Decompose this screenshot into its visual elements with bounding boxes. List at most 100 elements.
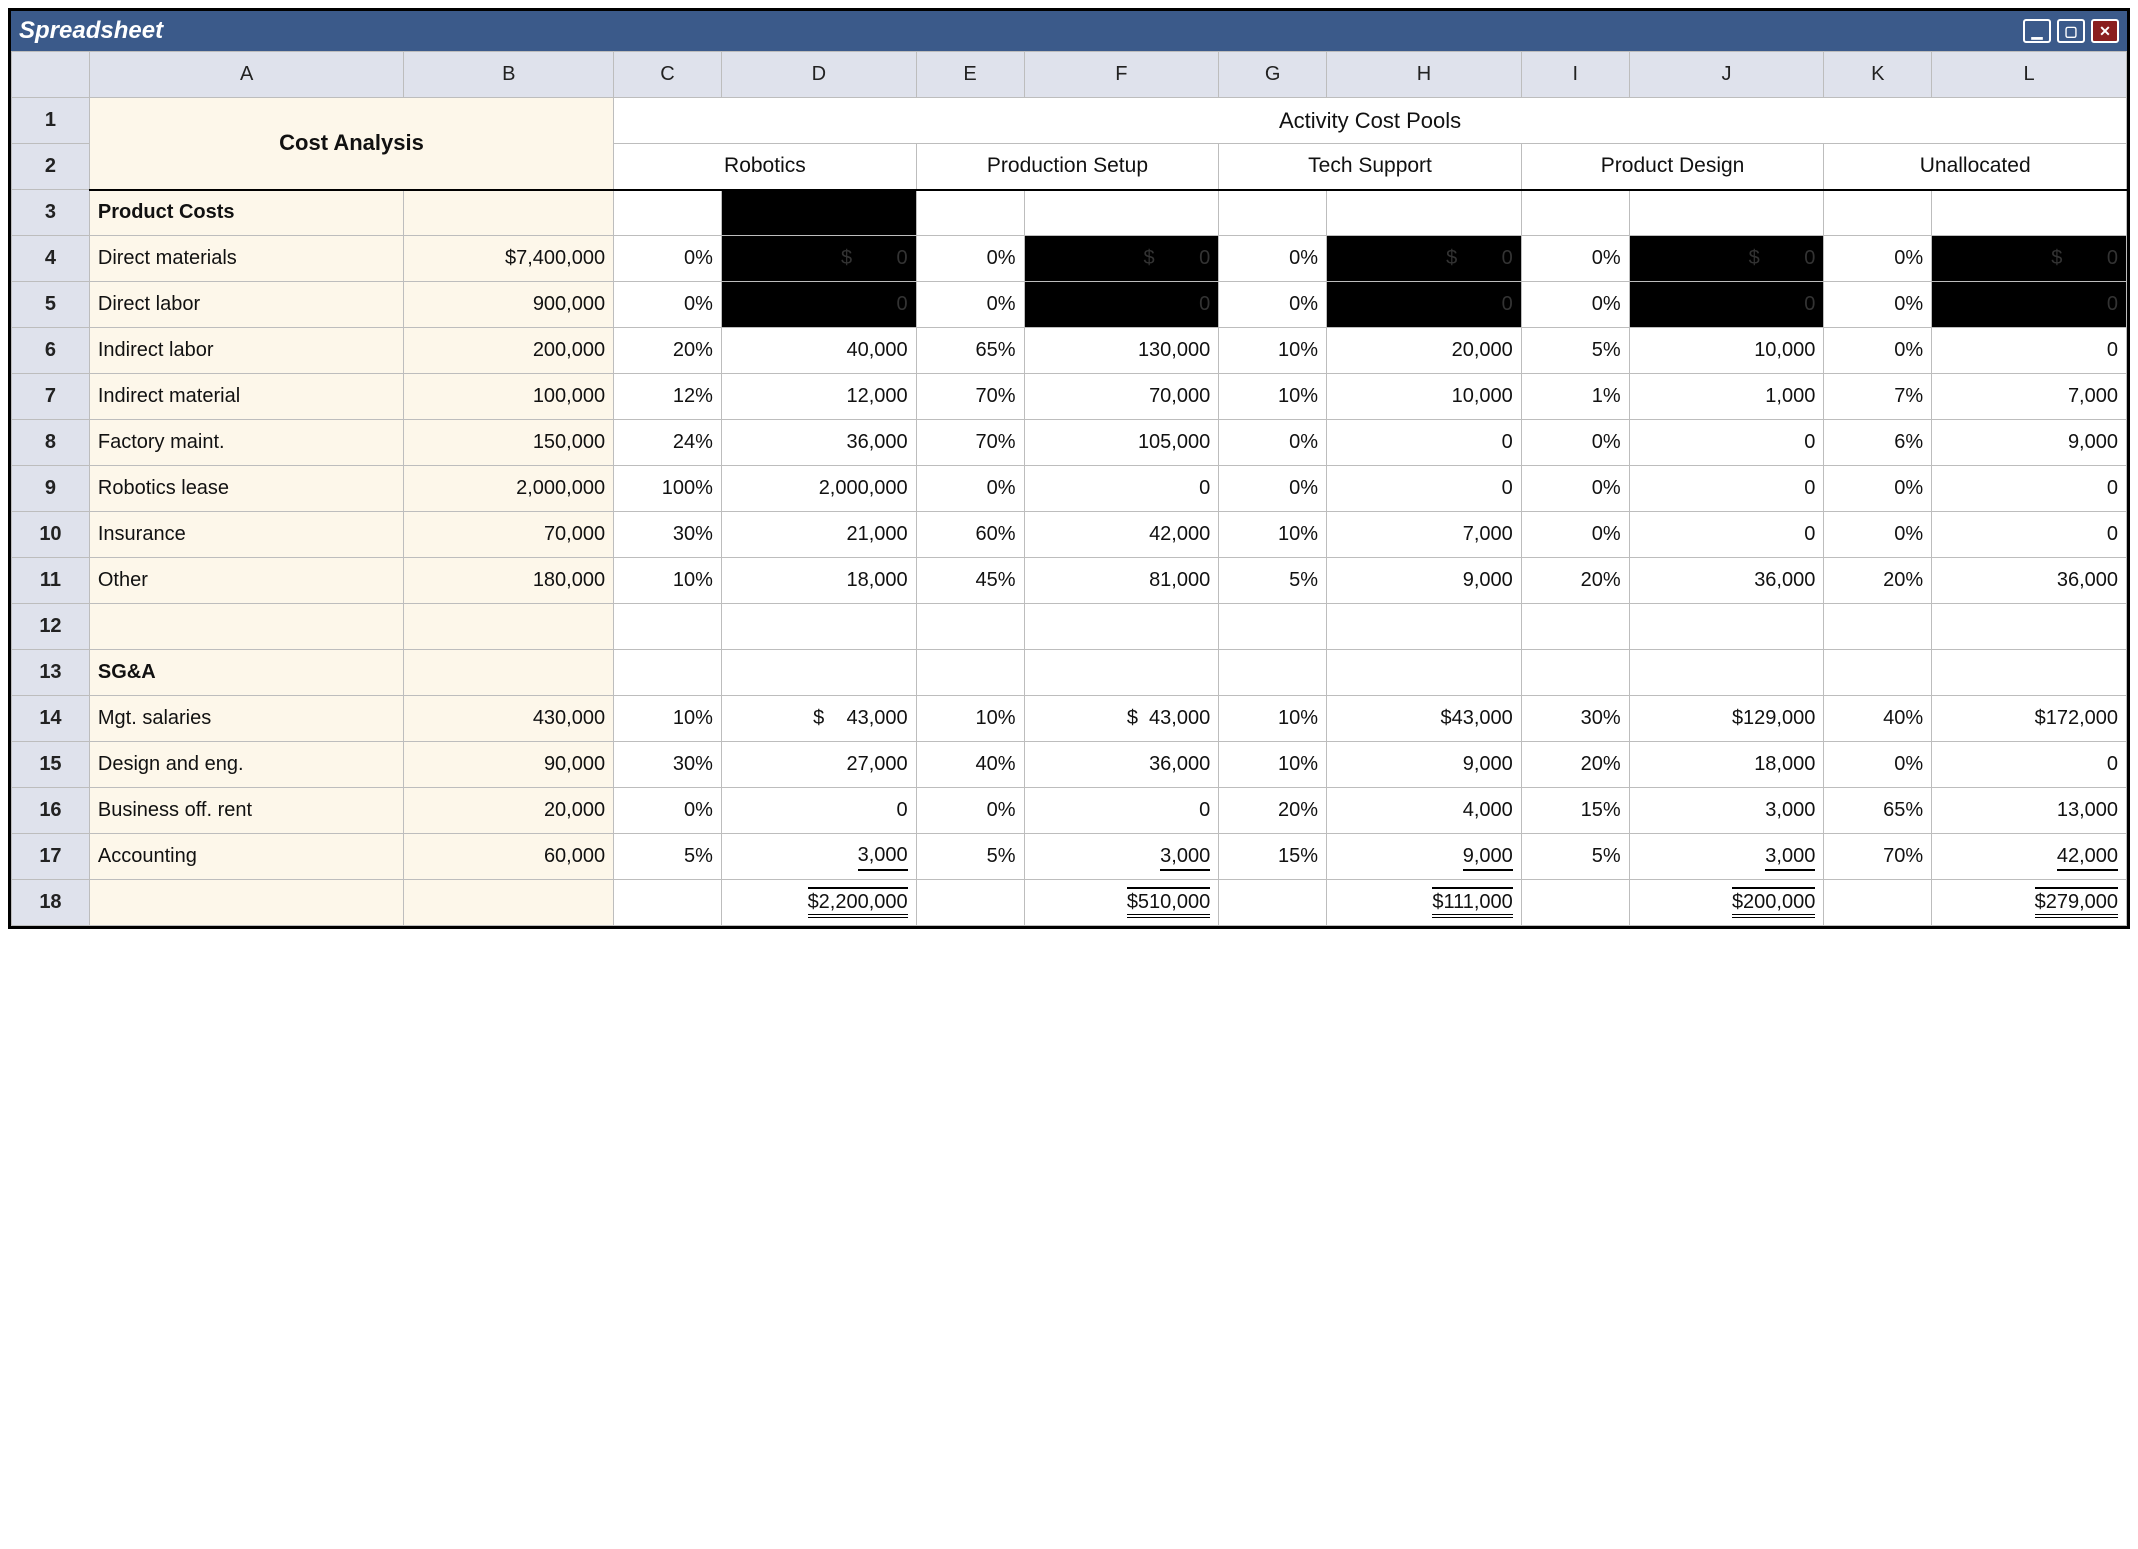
cell-E5[interactable]: 0% <box>916 282 1024 328</box>
cell-H9[interactable]: 0 <box>1327 466 1522 512</box>
cell-B9[interactable]: 2,000,000 <box>404 466 614 512</box>
cell-G6[interactable]: 10% <box>1219 328 1327 374</box>
maximize-button[interactable]: ▢ <box>2057 19 2085 43</box>
cell-I11[interactable]: 20% <box>1521 558 1629 604</box>
cell-K15[interactable]: 0% <box>1824 742 1932 788</box>
cell-K8[interactable]: 6% <box>1824 420 1932 466</box>
col-header-H[interactable]: H <box>1327 52 1522 98</box>
cell-G16[interactable]: 20% <box>1219 788 1327 834</box>
cell-H13[interactable] <box>1327 650 1522 696</box>
cell-A18[interactable] <box>89 880 404 926</box>
cell-H6[interactable]: 20,000 <box>1327 328 1522 374</box>
cell-L18[interactable]: $279,000 <box>1932 880 2127 926</box>
cell-I13[interactable] <box>1521 650 1629 696</box>
cell-L15[interactable]: 0 <box>1932 742 2127 788</box>
cell-J7[interactable]: 1,000 <box>1629 374 1824 420</box>
cell-B4[interactable]: $7,400,000 <box>404 236 614 282</box>
cell-G18[interactable] <box>1219 880 1327 926</box>
col-header-L[interactable]: L <box>1932 52 2127 98</box>
cell-L5[interactable]: 0 <box>1932 282 2127 328</box>
cell-K7[interactable]: 7% <box>1824 374 1932 420</box>
cell-K10[interactable]: 0% <box>1824 512 1932 558</box>
cell-D11[interactable]: 18,000 <box>721 558 916 604</box>
cell-K6[interactable]: 0% <box>1824 328 1932 374</box>
cell-J17[interactable]: 3,000 <box>1629 834 1824 880</box>
cell-C13[interactable] <box>614 650 722 696</box>
col-header-A[interactable]: A <box>89 52 404 98</box>
cell-F6[interactable]: 130,000 <box>1024 328 1219 374</box>
row-header-17[interactable]: 17 <box>12 834 90 880</box>
cell-A3[interactable]: Product Costs <box>89 190 404 236</box>
cell-B14[interactable]: 430,000 <box>404 696 614 742</box>
cell-D18[interactable]: $2,200,000 <box>721 880 916 926</box>
cell-L7[interactable]: 7,000 <box>1932 374 2127 420</box>
cell-D17[interactable]: 3,000 <box>721 834 916 880</box>
cell-K18[interactable] <box>1824 880 1932 926</box>
cell-E16[interactable]: 0% <box>916 788 1024 834</box>
cell-activity-cost-pools-title[interactable]: Activity Cost Pools <box>614 98 2127 144</box>
cell-G9[interactable]: 0% <box>1219 466 1327 512</box>
cell-D16[interactable]: 0 <box>721 788 916 834</box>
row-header-12[interactable]: 12 <box>12 604 90 650</box>
cell-H12[interactable] <box>1327 604 1522 650</box>
cell-E18[interactable] <box>916 880 1024 926</box>
cell-B5[interactable]: 900,000 <box>404 282 614 328</box>
cell-K13[interactable] <box>1824 650 1932 696</box>
cell-L3[interactable] <box>1932 190 2127 236</box>
cell-B7[interactable]: 100,000 <box>404 374 614 420</box>
cell-J9[interactable]: 0 <box>1629 466 1824 512</box>
col-header-I[interactable]: I <box>1521 52 1629 98</box>
cell-F15[interactable]: 36,000 <box>1024 742 1219 788</box>
row-header-13[interactable]: 13 <box>12 650 90 696</box>
row-header-7[interactable]: 7 <box>12 374 90 420</box>
cell-H3[interactable] <box>1327 190 1522 236</box>
minimize-button[interactable]: ▁ <box>2023 19 2051 43</box>
cell-B13[interactable] <box>404 650 614 696</box>
cell-H17[interactable]: 9,000 <box>1327 834 1522 880</box>
cell-A15[interactable]: Design and eng. <box>89 742 404 788</box>
cell-I15[interactable]: 20% <box>1521 742 1629 788</box>
col-header-B[interactable]: B <box>404 52 614 98</box>
cell-A4[interactable]: Direct materials <box>89 236 404 282</box>
cell-J18[interactable]: $200,000 <box>1629 880 1824 926</box>
col-header-E[interactable]: E <box>916 52 1024 98</box>
cell-L13[interactable] <box>1932 650 2127 696</box>
cell-J4[interactable]: $ 0 <box>1629 236 1824 282</box>
row-header-3[interactable]: 3 <box>12 190 90 236</box>
cell-D9[interactable]: 2,000,000 <box>721 466 916 512</box>
cell-E11[interactable]: 45% <box>916 558 1024 604</box>
cell-pool-tech[interactable]: Tech Support <box>1219 144 1522 190</box>
cell-B16[interactable]: 20,000 <box>404 788 614 834</box>
cell-pool-design[interactable]: Product Design <box>1521 144 1824 190</box>
row-header-18[interactable]: 18 <box>12 880 90 926</box>
cell-L11[interactable]: 36,000 <box>1932 558 2127 604</box>
cell-A6[interactable]: Indirect labor <box>89 328 404 374</box>
cell-G5[interactable]: 0% <box>1219 282 1327 328</box>
cell-H11[interactable]: 9,000 <box>1327 558 1522 604</box>
cell-G3[interactable] <box>1219 190 1327 236</box>
col-header-J[interactable]: J <box>1629 52 1824 98</box>
cell-D13[interactable] <box>721 650 916 696</box>
cell-I7[interactable]: 1% <box>1521 374 1629 420</box>
cell-B11[interactable]: 180,000 <box>404 558 614 604</box>
cell-I6[interactable]: 5% <box>1521 328 1629 374</box>
cell-G10[interactable]: 10% <box>1219 512 1327 558</box>
cell-A7[interactable]: Indirect material <box>89 374 404 420</box>
cell-F4[interactable]: $ 0 <box>1024 236 1219 282</box>
cell-F18[interactable]: $510,000 <box>1024 880 1219 926</box>
cell-E15[interactable]: 40% <box>916 742 1024 788</box>
cell-F12[interactable] <box>1024 604 1219 650</box>
cell-J15[interactable]: 18,000 <box>1629 742 1824 788</box>
cell-K3[interactable] <box>1824 190 1932 236</box>
row-header-11[interactable]: 11 <box>12 558 90 604</box>
cell-J13[interactable] <box>1629 650 1824 696</box>
cell-J16[interactable]: 3,000 <box>1629 788 1824 834</box>
col-header-F[interactable]: F <box>1024 52 1219 98</box>
cell-L14[interactable]: $172,000 <box>1932 696 2127 742</box>
row-header-4[interactable]: 4 <box>12 236 90 282</box>
cell-F16[interactable]: 0 <box>1024 788 1219 834</box>
cell-C18[interactable] <box>614 880 722 926</box>
cell-G13[interactable] <box>1219 650 1327 696</box>
cell-A12[interactable] <box>89 604 404 650</box>
cell-E7[interactable]: 70% <box>916 374 1024 420</box>
